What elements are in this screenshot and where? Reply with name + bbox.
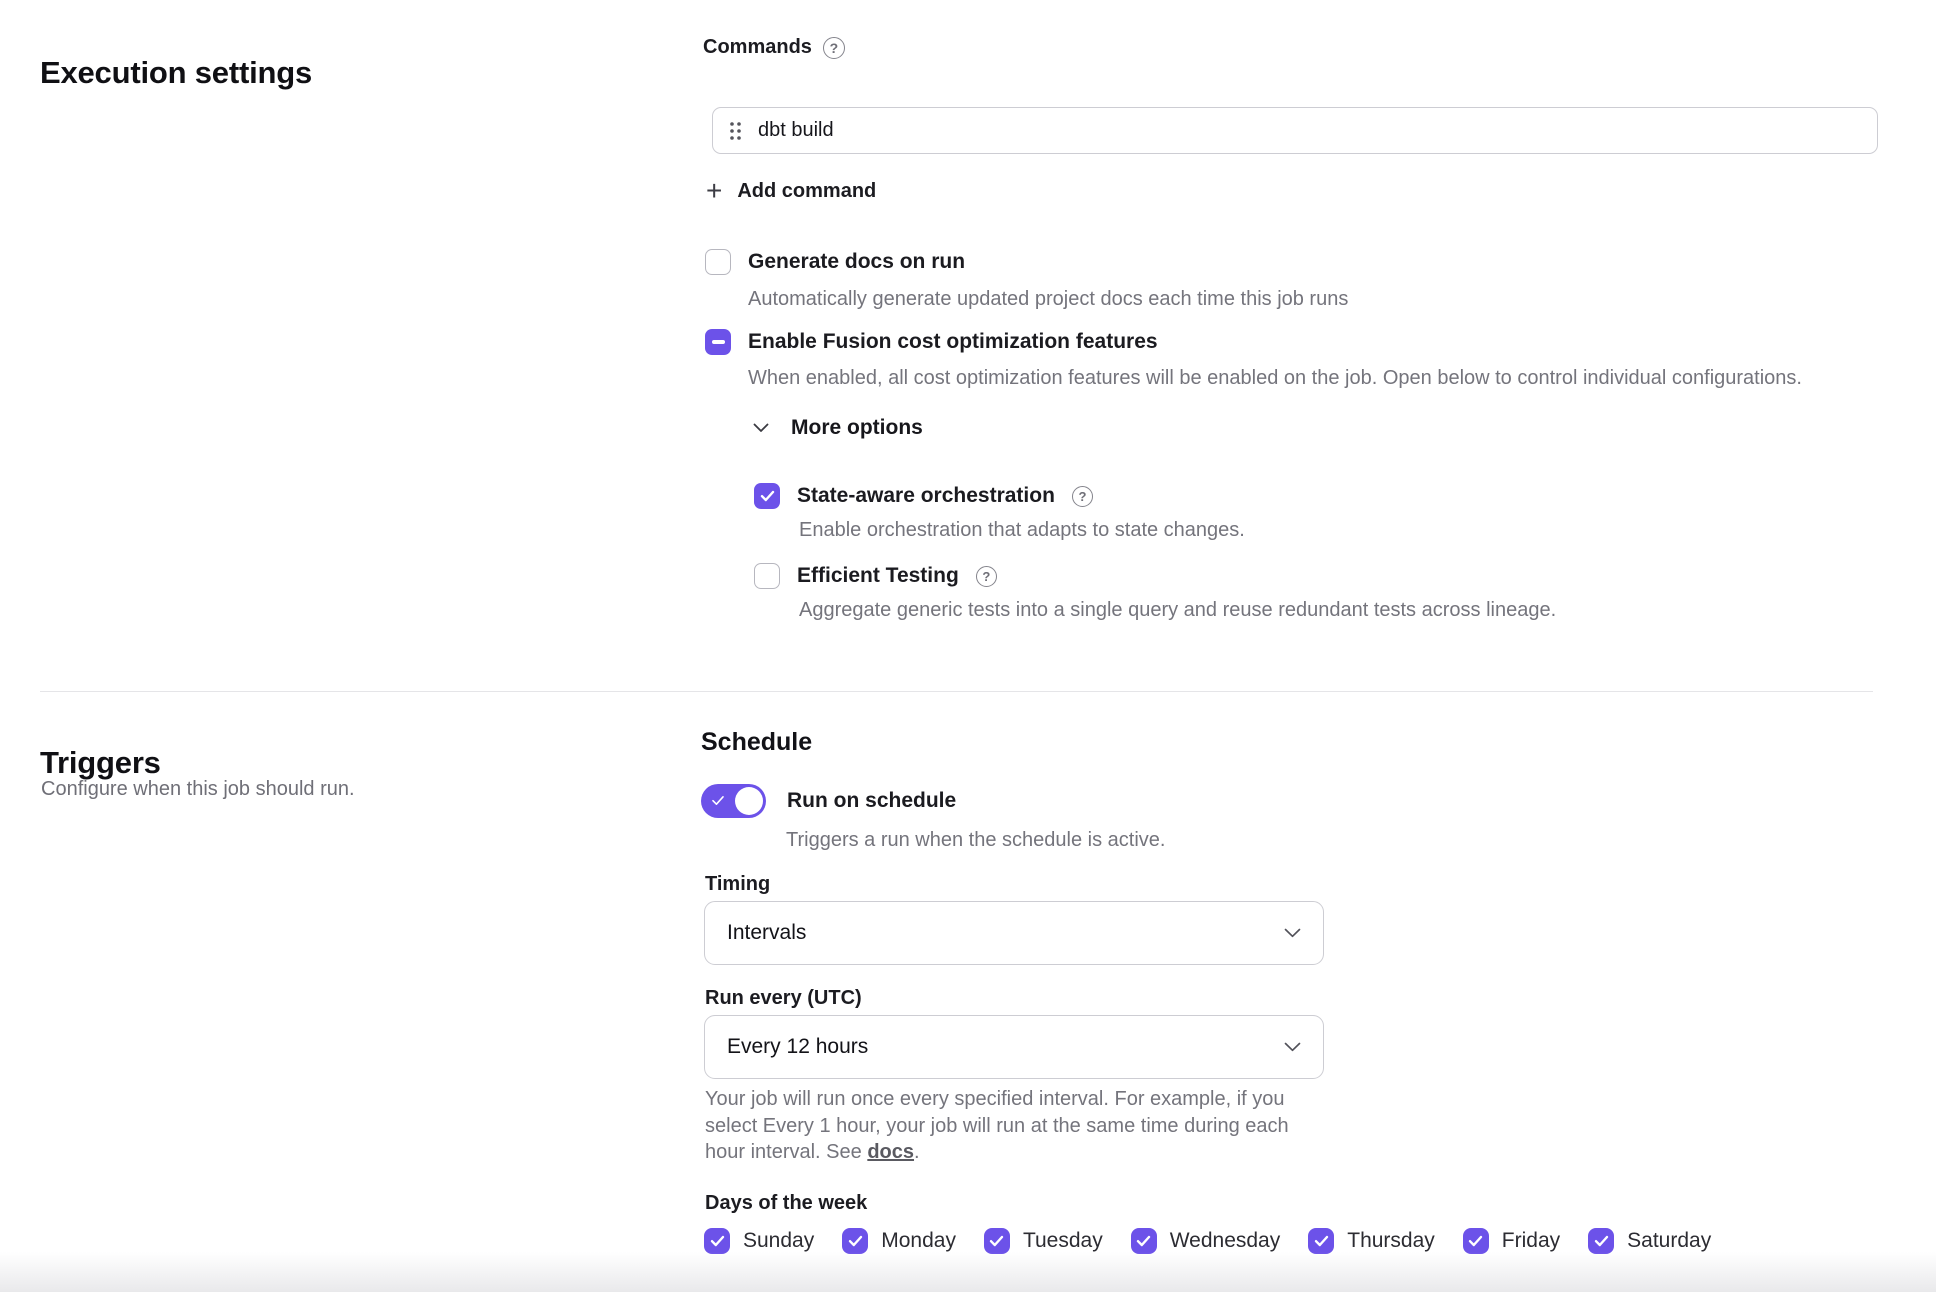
command-row [712, 107, 1878, 154]
chevron-down-icon [1284, 1042, 1301, 1052]
generate-docs-label: Generate docs on run [748, 250, 965, 274]
run-on-schedule-label: Run on schedule [787, 789, 956, 813]
day-checkbox-thursday[interactable]: Thursday [1308, 1228, 1435, 1254]
fusion-label: Enable Fusion cost optimization features [748, 330, 1158, 354]
checkmark-icon [1314, 1235, 1329, 1247]
day-checkbox-wednesday[interactable]: Wednesday [1131, 1228, 1281, 1254]
generate-docs-description: Automatically generate updated project d… [748, 288, 1348, 311]
interval-help-after: . [914, 1141, 920, 1163]
run-every-label: Run every (UTC) [705, 987, 862, 1010]
run-on-schedule-row: Run on schedule [701, 784, 956, 818]
plus-icon: + [706, 178, 722, 204]
section-divider [40, 691, 1873, 692]
days-of-week-label: Days of the week [705, 1192, 867, 1215]
add-command-button[interactable]: + Add command [706, 178, 876, 204]
toggle-knob [735, 787, 763, 815]
run-on-schedule-toggle[interactable] [701, 784, 766, 818]
checkmark-icon [1594, 1235, 1609, 1247]
checkmark-icon [1468, 1235, 1483, 1247]
state-aware-help-icon[interactable]: ? [1072, 486, 1093, 507]
indeterminate-dash-icon [712, 340, 725, 344]
run-every-value: Every 12 hours [727, 1035, 868, 1059]
bottom-fade [0, 1252, 1936, 1292]
state-aware-description: Enable orchestration that adapts to stat… [799, 519, 1245, 542]
days-of-week-row: Sunday Monday Tuesday Wednesday Thursday [704, 1228, 1711, 1254]
commands-label: Commands [703, 36, 812, 59]
day-label: Monday [881, 1229, 956, 1253]
interval-help-before: Your job will run once every specified i… [705, 1088, 1289, 1163]
checkbox[interactable] [984, 1228, 1010, 1254]
commands-help-icon[interactable]: ? [823, 37, 845, 59]
day-label: Saturday [1627, 1229, 1711, 1253]
timing-value: Intervals [727, 921, 806, 945]
efficient-testing-checkbox[interactable] [754, 563, 780, 589]
state-aware-label: State-aware orchestration [797, 484, 1055, 508]
timing-label: Timing [705, 873, 770, 896]
efficient-testing-checkbox-row[interactable]: Efficient Testing ? [754, 563, 997, 589]
day-label: Thursday [1347, 1229, 1435, 1253]
checkbox[interactable] [1588, 1228, 1614, 1254]
checkbox[interactable] [704, 1228, 730, 1254]
state-aware-checkbox-row[interactable]: State-aware orchestration ? [754, 483, 1093, 509]
triggers-subtitle: Configure when this job should run. [41, 778, 355, 801]
checkmark-icon [710, 1235, 725, 1247]
checkmark-icon [1136, 1235, 1151, 1247]
checkbox[interactable] [1463, 1228, 1489, 1254]
checkbox[interactable] [1308, 1228, 1334, 1254]
state-aware-checkbox[interactable] [754, 483, 780, 509]
checkbox[interactable] [842, 1228, 868, 1254]
day-label: Friday [1502, 1229, 1560, 1253]
schedule-heading: Schedule [701, 728, 812, 757]
interval-help-text: Your job will run once every specified i… [705, 1086, 1317, 1166]
add-command-label: Add command [737, 180, 876, 203]
day-checkbox-saturday[interactable]: Saturday [1588, 1228, 1711, 1254]
run-on-schedule-description: Triggers a run when the schedule is acti… [786, 829, 1165, 852]
chevron-down-icon [753, 423, 769, 433]
fusion-checkbox[interactable] [705, 329, 731, 355]
day-label: Wednesday [1170, 1229, 1281, 1253]
generate-docs-checkbox-row[interactable]: Generate docs on run [705, 249, 965, 275]
day-label: Tuesday [1023, 1229, 1103, 1253]
efficient-testing-description: Aggregate generic tests into a single qu… [799, 599, 1556, 622]
checkbox[interactable] [1131, 1228, 1157, 1254]
day-checkbox-friday[interactable]: Friday [1463, 1228, 1560, 1254]
checkmark-icon [989, 1235, 1004, 1247]
more-options-label: More options [791, 416, 923, 440]
checkmark-icon [760, 490, 775, 502]
day-checkbox-monday[interactable]: Monday [842, 1228, 956, 1254]
triggers-title: Triggers [40, 745, 161, 781]
day-label: Sunday [743, 1229, 814, 1253]
efficient-testing-label: Efficient Testing [797, 564, 959, 588]
docs-link[interactable]: docs [867, 1141, 914, 1163]
timing-select[interactable]: Intervals [704, 901, 1324, 965]
fusion-description: When enabled, all cost optimization feat… [748, 367, 1802, 390]
toggle-check-icon [711, 795, 725, 806]
chevron-down-icon [1284, 928, 1301, 938]
generate-docs-checkbox[interactable] [705, 249, 731, 275]
day-checkbox-tuesday[interactable]: Tuesday [984, 1228, 1103, 1254]
checkmark-icon [848, 1235, 863, 1247]
day-checkbox-sunday[interactable]: Sunday [704, 1228, 814, 1254]
execution-settings-title: Execution settings [40, 55, 312, 91]
fusion-checkbox-row[interactable]: Enable Fusion cost optimization features [705, 329, 1158, 355]
command-input[interactable] [758, 119, 1860, 142]
commands-field-header: Commands ? [703, 36, 845, 59]
efficient-testing-help-icon[interactable]: ? [976, 566, 997, 587]
run-every-select[interactable]: Every 12 hours [704, 1015, 1324, 1079]
more-options-expander[interactable]: More options [753, 416, 923, 440]
drag-handle-icon[interactable] [730, 122, 741, 140]
